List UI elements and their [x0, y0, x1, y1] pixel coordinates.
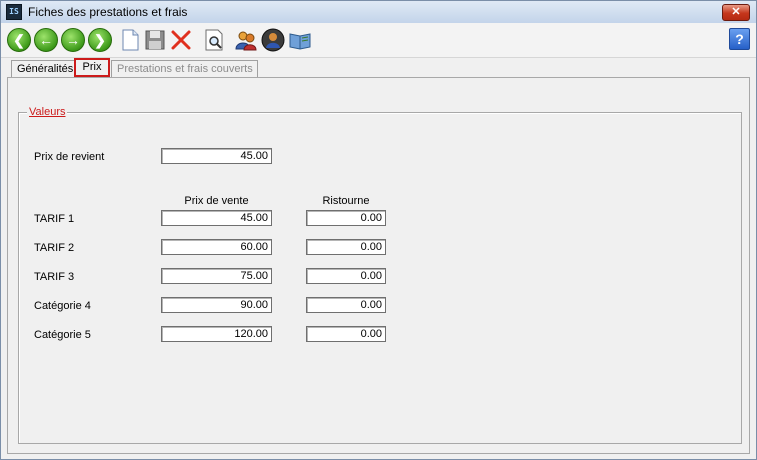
rebate-field-tarif-2[interactable]: 0.00 [306, 239, 386, 255]
tab-strip: Généralités Prestations et frais couvert… [1, 58, 756, 78]
delete-icon [171, 30, 191, 50]
contact-person-icon [261, 28, 285, 52]
tab-generalites[interactable]: Généralités [11, 60, 75, 77]
book-icon [289, 33, 311, 50]
app-icon: IS [6, 4, 22, 20]
users-button[interactable] [234, 28, 258, 52]
last-record-button[interactable]: ❯ [88, 28, 112, 52]
rebate-field-categorie-5[interactable]: 0.00 [306, 326, 386, 342]
sale-price-field-tarif-1[interactable]: 45.00 [161, 210, 272, 226]
row-label-tarif-1: TARIF 1 [34, 213, 75, 225]
row-label-categorie-4: Catégorie 4 [34, 300, 91, 312]
sale-price-field-tarif-3[interactable]: 75.00 [161, 268, 272, 284]
group-title: Valeurs [27, 106, 68, 118]
book-button[interactable] [288, 28, 312, 52]
next-record-button[interactable]: → [61, 28, 85, 52]
preview-button[interactable] [202, 28, 226, 52]
rebate-field-tarif-3[interactable]: 0.00 [306, 268, 386, 284]
sale-price-field-tarif-2[interactable]: 60.00 [161, 239, 272, 255]
save-icon [145, 30, 165, 50]
cost-price-label: Prix de revient [34, 151, 105, 163]
rebate-field-categorie-4[interactable]: 0.00 [306, 297, 386, 313]
cost-price-field[interactable]: 45.00 [161, 148, 272, 164]
rebate-field-tarif-1[interactable]: 0.00 [306, 210, 386, 226]
new-document-icon [122, 29, 139, 51]
toolbar: ❮ ← → ❯ ? [1, 23, 756, 58]
tab-panel-prix: Valeurs Prix de revient 45.00 Prix de ve… [7, 77, 750, 454]
new-document-button[interactable] [118, 28, 142, 52]
tab-prestations[interactable]: Prestations et frais couverts [111, 60, 258, 77]
row-label-categorie-5: Catégorie 5 [34, 329, 91, 341]
window-title: Fiches des prestations et frais [28, 5, 188, 19]
window: IS Fiches des prestations et frais ✕ ❮ ←… [0, 0, 757, 460]
valeurs-group: Valeurs Prix de revient 45.00 Prix de ve… [18, 106, 742, 444]
sale-price-field-categorie-5[interactable]: 120.00 [161, 326, 272, 342]
row-label-tarif-2: TARIF 2 [34, 242, 75, 254]
users-icon [235, 31, 257, 51]
sale-price-header: Prix de vente [184, 195, 249, 207]
close-button[interactable]: ✕ [722, 4, 750, 21]
contact-button[interactable] [261, 28, 285, 52]
delete-button[interactable] [169, 28, 193, 52]
rebate-header: Ristourne [322, 195, 370, 207]
previous-record-button[interactable]: ← [34, 28, 58, 52]
magnifier-document-icon [205, 29, 223, 51]
title-bar: IS Fiches des prestations et frais ✕ [1, 1, 756, 23]
sale-price-field-categorie-4[interactable]: 90.00 [161, 297, 272, 313]
help-button[interactable]: ? [729, 28, 750, 50]
save-button[interactable] [143, 28, 167, 52]
first-record-button[interactable]: ❮ [7, 28, 31, 52]
row-label-tarif-3: TARIF 3 [34, 271, 75, 283]
tab-prix[interactable]: Prix [74, 58, 110, 77]
